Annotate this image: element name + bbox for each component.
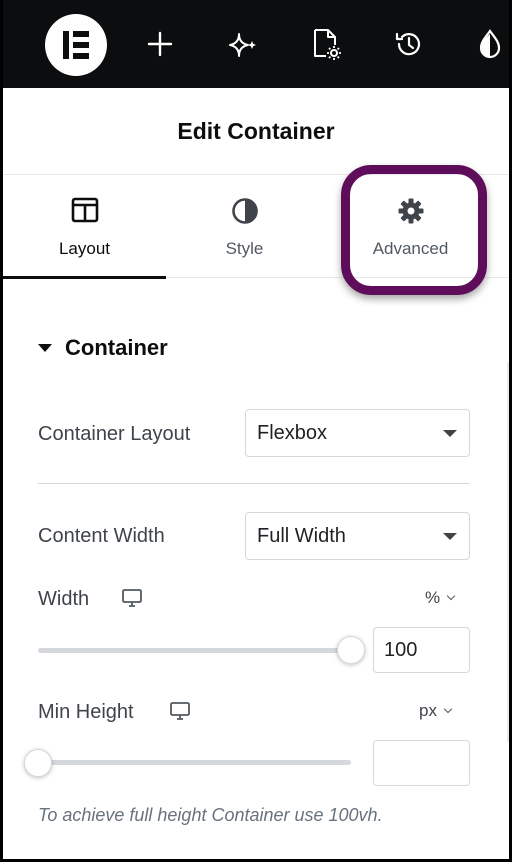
window-frame <box>0 0 512 862</box>
